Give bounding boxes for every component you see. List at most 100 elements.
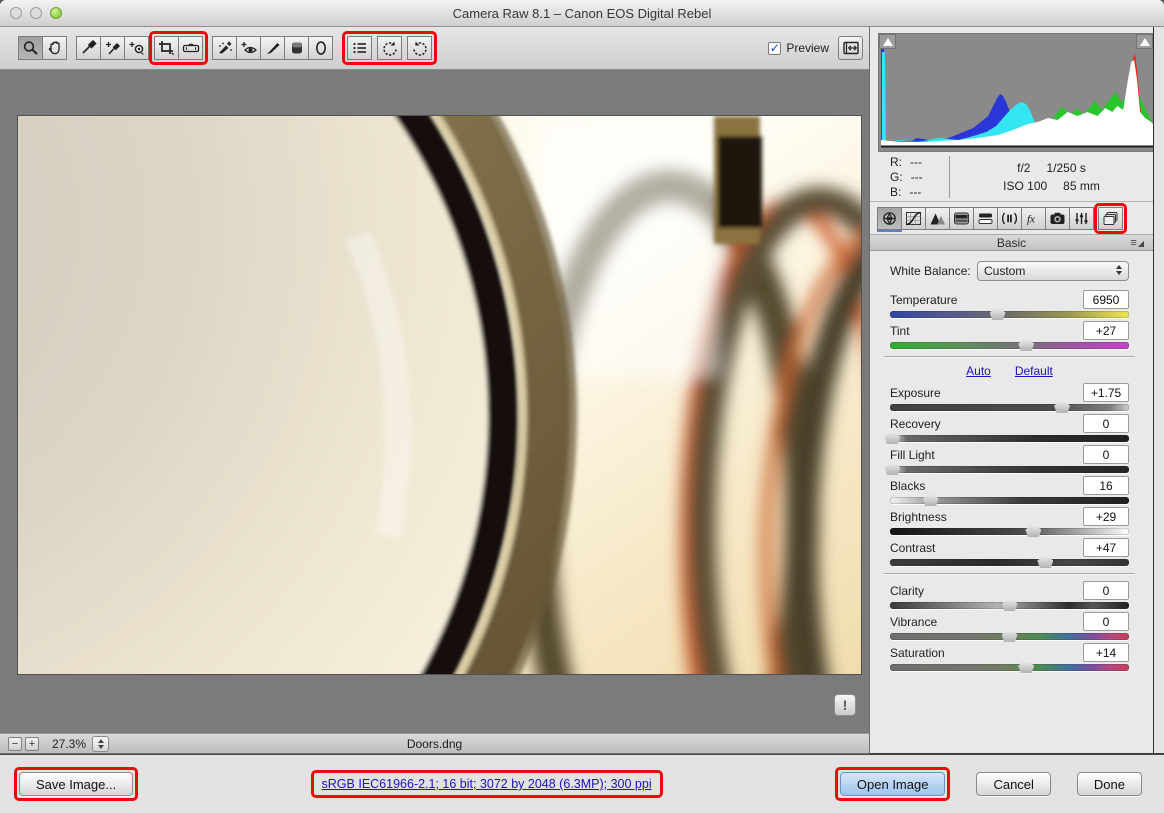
snapshots-icon	[1103, 212, 1118, 225]
slider-row-brightness: Brightness +29	[890, 507, 1129, 538]
slider-value-field[interactable]: 6950	[1083, 290, 1129, 309]
bottom-bar: Save Image... sRGB IEC61966-2.1; 16 bit;…	[0, 754, 1164, 813]
select-arrows-icon	[1116, 265, 1122, 275]
exclamation-icon: !	[842, 697, 848, 713]
workflow-options-link[interactable]: sRGB IEC61966-2.1; 16 bit; 3072 by 2048 …	[316, 775, 658, 793]
triangle-icon	[882, 37, 893, 46]
slider-value-field[interactable]: +1.75	[1083, 383, 1129, 402]
save-image-button[interactable]: Save Image...	[19, 772, 134, 796]
tab-presets[interactable]	[1069, 207, 1094, 230]
white-balance-tool-button[interactable]	[76, 36, 101, 60]
slider-row-exposure: Exposure +1.75	[890, 383, 1129, 414]
slider-value-field[interactable]: 0	[1083, 445, 1129, 464]
white-balance-value: Custom	[984, 264, 1026, 278]
preview-area: !	[0, 70, 869, 733]
slider-row-blacks: Blacks 16	[890, 476, 1129, 507]
slider-value-field[interactable]: 16	[1083, 476, 1129, 495]
highlight-clipping-warning-button[interactable]	[1136, 34, 1153, 49]
slider-track[interactable]	[890, 598, 1129, 611]
slider-track[interactable]	[890, 524, 1129, 537]
photo-washer-doors	[18, 116, 861, 674]
basic-controls: White Balance: Custom Temperature 6950 T…	[870, 253, 1153, 753]
r-value: ---	[910, 154, 922, 169]
spot-removal-tool-button[interactable]	[212, 36, 237, 60]
shutter-value: 1/250 s	[1046, 160, 1086, 175]
slider-row-tint: Tint +27	[890, 321, 1129, 352]
slider-track[interactable]	[884, 462, 1129, 475]
slider-track[interactable]	[890, 555, 1129, 568]
tab-snapshots[interactable]	[1098, 207, 1123, 230]
preferences-button[interactable]	[347, 36, 372, 60]
rotate-left-button[interactable]	[377, 36, 402, 60]
slider-value-field[interactable]: 0	[1083, 612, 1129, 631]
fullscreen-toggle-button[interactable]	[838, 36, 863, 60]
slider-track[interactable]	[890, 307, 1129, 320]
image-info-block: R: --- G: --- B: --- f/2 1/250 s ISO 100 85 m…	[870, 152, 1153, 202]
panel-header: Basic ≡◢	[870, 234, 1153, 251]
slider-track[interactable]	[890, 493, 1129, 506]
hsl-icon	[954, 212, 969, 225]
preview-checkbox[interactable]: ✓	[768, 41, 782, 55]
color-sampler-tool-button[interactable]	[100, 36, 125, 60]
brush-icon	[266, 43, 279, 54]
radial-filter-tool-button[interactable]	[308, 36, 333, 60]
slider-value-field[interactable]: +14	[1083, 643, 1129, 662]
tab-split-toning[interactable]	[973, 207, 998, 230]
image-preview[interactable]	[18, 116, 861, 674]
tab-basic[interactable]	[877, 207, 902, 230]
slider-track[interactable]	[890, 338, 1129, 351]
open-image-button[interactable]: Open Image	[839, 772, 946, 796]
rotate-right-button[interactable]	[407, 36, 432, 60]
slider-track[interactable]	[884, 431, 1129, 444]
spot-removal-icon	[218, 41, 232, 54]
check-icon: ✓	[769, 41, 780, 55]
adjustment-brush-tool-button[interactable]	[260, 36, 285, 60]
red-eye-removal-tool-button[interactable]	[236, 36, 261, 60]
slider-value-field[interactable]: +27	[1083, 321, 1129, 340]
zoom-tool-button[interactable]	[18, 36, 43, 60]
slider-track[interactable]	[890, 629, 1129, 642]
tab-camera-calibration[interactable]	[1045, 207, 1070, 230]
white-balance-select[interactable]: Custom	[977, 261, 1129, 281]
detail-sharpen-icon	[930, 213, 945, 225]
slider-value-field[interactable]: 0	[1083, 414, 1129, 433]
hand-tool-button[interactable]	[42, 36, 67, 60]
slider-label: Tint	[890, 323, 910, 338]
divider	[884, 573, 1135, 575]
rgb-readout: R: --- G: --- B: ---	[870, 154, 950, 199]
crop-tool-button[interactable]	[154, 36, 179, 60]
processing-warning-button[interactable]: !	[834, 694, 856, 716]
slider-value-field[interactable]: +47	[1083, 538, 1129, 557]
slider-row-contrast: Contrast +47	[890, 538, 1129, 569]
tab-tone-curve[interactable]	[901, 207, 926, 230]
magnifier-icon	[23, 41, 38, 55]
tab-lens-corrections[interactable]	[997, 207, 1022, 230]
color-sampler-icon	[105, 42, 120, 55]
cancel-button[interactable]: Cancel	[976, 772, 1051, 796]
slider-row-clarity: Clarity 0	[890, 581, 1129, 612]
slider-track[interactable]	[890, 660, 1129, 673]
shadow-clipping-warning-button[interactable]	[879, 34, 896, 49]
fullscreen-icon	[842, 41, 859, 55]
aperture-value: f/2	[1017, 160, 1031, 175]
tab-hsl-grayscale[interactable]	[949, 207, 974, 230]
default-link[interactable]: Default	[1015, 364, 1053, 381]
done-button[interactable]: Done	[1076, 772, 1142, 796]
panel-menu-icon[interactable]: ≡◢	[1130, 237, 1145, 249]
auto-link[interactable]: Auto	[966, 364, 991, 381]
targeted-adjustment-tool-button[interactable]	[124, 36, 149, 60]
graduated-filter-tool-button[interactable]	[284, 36, 309, 60]
slider-label: Vibrance	[890, 614, 938, 629]
presets-sliders-icon	[1075, 213, 1088, 224]
snapshots-highlight	[1094, 203, 1127, 234]
status-bar: − + 27.3% Doors.dng	[0, 733, 869, 754]
slider-value-field[interactable]: +29	[1083, 507, 1129, 526]
tab-detail[interactable]	[925, 207, 950, 230]
slider-track[interactable]	[890, 400, 1129, 413]
camera-raw-dialog: Camera Raw 8.1 – Canon EOS Digital Rebel	[0, 0, 1164, 813]
tab-effects[interactable]: fx	[1021, 207, 1046, 230]
slider-value-field[interactable]: 0	[1083, 581, 1129, 600]
straighten-tool-button[interactable]	[178, 36, 203, 60]
panel-scrollbar-track[interactable]	[1153, 27, 1164, 753]
filename-label: Doors.dng	[406, 736, 463, 751]
